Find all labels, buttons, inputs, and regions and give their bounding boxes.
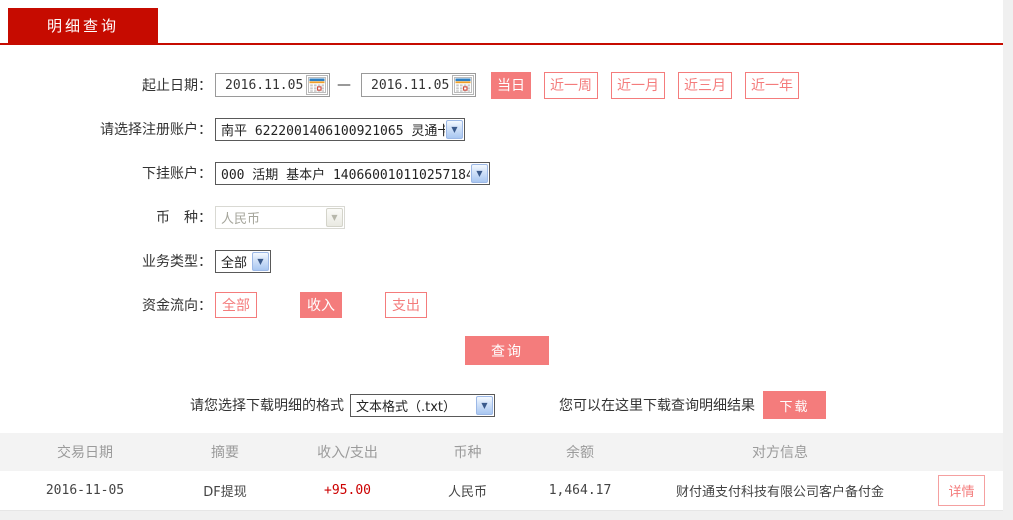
- biz-type-value: 全部: [221, 255, 248, 271]
- sub-account-value: 000 活期 基本户 1406600101102571848: [221, 167, 470, 183]
- tab-detail-query[interactable]: 明细查询: [8, 8, 158, 43]
- currency-value: 人民币: [221, 211, 261, 227]
- fund-flow-row: 资金流向： 全部 收入 支出: [0, 292, 1003, 318]
- cell-counterparty: 财付通支付科技有限公司客户备付金: [640, 471, 920, 511]
- chevron-down-icon: ▼: [326, 207, 343, 227]
- date-separator: —: [337, 77, 351, 93]
- sub-account-label: 下挂账户：: [142, 166, 212, 182]
- cell-action: 详情: [920, 471, 1003, 511]
- cell-amount: +95.00: [280, 471, 415, 511]
- chevron-down-icon: ▼: [252, 251, 269, 271]
- date-range-label: 起止日期：: [142, 78, 212, 94]
- register-account-value: 南平 6222001406100921065 灵通卡: [221, 123, 445, 139]
- register-account-row: 请选择注册账户： 南平 6222001406100921065 灵通卡 ▼: [0, 116, 1003, 142]
- col-header-date: 交易日期: [0, 433, 170, 471]
- download-hint: 您可以在这里下载查询明细结果: [559, 398, 755, 414]
- cell-currency: 人民币: [415, 471, 520, 511]
- download-format-label: 请您选择下载明细的格式: [190, 398, 344, 414]
- col-header-amount: 收入/支出: [280, 433, 415, 471]
- fund-flow-label: 资金流向：: [142, 298, 212, 314]
- quick-range-today-button[interactable]: 当日: [491, 71, 531, 99]
- fund-flow-all-button[interactable]: 全部: [215, 292, 257, 318]
- cell-date: 2016-11-05: [0, 471, 170, 511]
- start-date-calendar-icon[interactable]: [306, 75, 328, 95]
- table-row: 2016-11-05 DF提现 +95.00 人民币 1,464.17 财付通支…: [0, 471, 1003, 511]
- detail-query-panel: 明细查询 起止日期： 2016.11.05 — 2016.11.05 当日 近一…: [0, 0, 1003, 511]
- start-date-input[interactable]: 2016.11.05: [215, 73, 330, 97]
- table-header-row: 交易日期 摘要 收入/支出 币种 余额 对方信息: [0, 433, 1003, 471]
- biz-type-row: 业务类型： 全部 ▼: [0, 248, 1003, 274]
- download-format-value: 文本格式（.txt）: [356, 399, 457, 415]
- currency-label: 币 种：: [156, 210, 212, 226]
- tab-bar: 明细查询: [0, 0, 1003, 45]
- col-header-action: [920, 433, 1003, 471]
- register-account-label: 请选择注册账户：: [100, 122, 212, 138]
- col-header-balance: 余额: [520, 433, 640, 471]
- end-date-input[interactable]: 2016.11.05: [361, 73, 476, 97]
- biz-type-select[interactable]: 全部 ▼: [215, 249, 271, 273]
- currency-row: 币 种： 人民币 ▼: [0, 204, 1003, 230]
- fund-flow-expense-button[interactable]: 支出: [385, 292, 427, 318]
- cell-summary: DF提现: [170, 471, 280, 511]
- results-table: 交易日期 摘要 收入/支出 币种 余额 对方信息 2016-11-05 DF提现…: [0, 433, 1003, 511]
- col-header-counterparty: 对方信息: [640, 433, 920, 471]
- sub-account-select[interactable]: 000 活期 基本户 1406600101102571848 ▼: [215, 161, 490, 185]
- end-date-value: 2016.11.05: [371, 77, 450, 93]
- cell-balance: 1,464.17: [520, 471, 640, 511]
- currency-select: 人民币 ▼: [215, 205, 345, 229]
- chevron-down-icon: ▼: [476, 395, 493, 415]
- start-date-value: 2016.11.05: [225, 77, 304, 93]
- chevron-down-icon: ▼: [471, 163, 488, 183]
- end-date-calendar-icon[interactable]: [452, 75, 474, 95]
- quick-range-week-button[interactable]: 近一周: [544, 71, 598, 99]
- col-header-summary: 摘要: [170, 433, 280, 471]
- detail-button[interactable]: 详情: [938, 474, 985, 506]
- col-header-currency: 币种: [415, 433, 520, 471]
- fund-flow-income-button[interactable]: 收入: [300, 292, 342, 318]
- download-format-select[interactable]: 文本格式（.txt） ▼: [350, 393, 495, 417]
- quick-range-quarter-button[interactable]: 近三月: [678, 71, 732, 99]
- register-account-select[interactable]: 南平 6222001406100921065 灵通卡 ▼: [215, 117, 465, 141]
- quick-range-month-button[interactable]: 近一月: [611, 71, 665, 99]
- query-button[interactable]: 查询: [465, 336, 549, 365]
- download-button[interactable]: 下载: [763, 391, 826, 419]
- query-form: 起止日期： 2016.11.05 — 2016.11.05 当日 近一周 近一月…: [0, 45, 1003, 365]
- date-range-row: 起止日期： 2016.11.05 — 2016.11.05 当日 近一周 近一月…: [0, 71, 1003, 99]
- quick-range-year-button[interactable]: 近一年: [745, 71, 799, 99]
- download-row: 请您选择下载明细的格式 文本格式（.txt） ▼ 您可以在这里下载查询明细结果 …: [0, 391, 1003, 419]
- biz-type-label: 业务类型：: [142, 254, 212, 270]
- chevron-down-icon: ▼: [446, 119, 463, 139]
- sub-account-row: 下挂账户： 000 活期 基本户 1406600101102571848 ▼: [0, 160, 1003, 186]
